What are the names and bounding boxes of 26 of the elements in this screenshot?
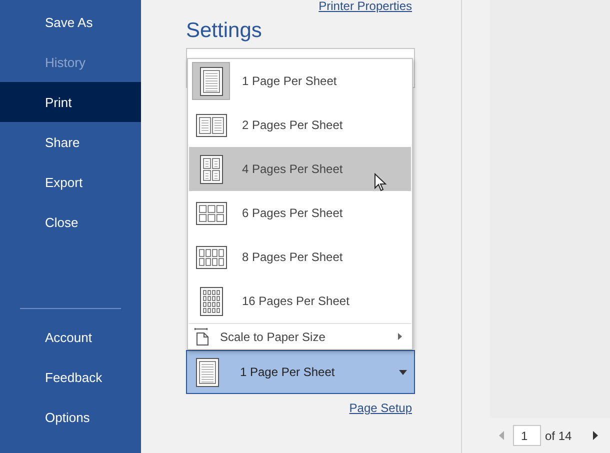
sidebar-item[interactable]: Print (0, 82, 141, 122)
menu-item[interactable]: 2 Pages Per Sheet (189, 103, 411, 147)
menu-item[interactable]: 8 Pages Per Sheet (189, 235, 411, 279)
menu-item[interactable]: 16 Pages Per Sheet (189, 279, 411, 323)
page-number-field[interactable]: 1 (513, 425, 541, 446)
menu-item[interactable]: 1 Page Per Sheet (189, 59, 411, 103)
section-heading: Settings (186, 19, 262, 43)
sidebar-item[interactable]: Account (0, 317, 141, 357)
menu-item[interactable]: 4 Pages Per Sheet (189, 147, 411, 191)
cursor-icon (374, 173, 387, 192)
sidebar-item[interactable]: Save As (0, 2, 141, 42)
page-count: of 14 (545, 428, 572, 442)
page-layout-icon (196, 358, 219, 386)
caret-icon (399, 370, 407, 374)
scale-page-icon (194, 328, 210, 346)
sidebar-item[interactable]: Feedback (0, 357, 141, 397)
sidebar-item[interactable]: Close (0, 202, 141, 242)
page-setup-link[interactable]: Page Setup (349, 402, 412, 414)
sidebar-item[interactable]: Export (0, 162, 141, 202)
menu-item[interactable]: Scale to Paper Size (189, 323, 411, 349)
pages-per-sheet-dropdown[interactable]: 1 Page Per Sheet (186, 350, 415, 394)
sidebar-item[interactable]: Options (0, 397, 141, 437)
menu-item[interactable]: 6 Pages Per Sheet (189, 191, 411, 235)
next-page-button[interactable] (592, 431, 598, 440)
sidebar-item[interactable]: Share (0, 122, 141, 162)
printer-properties-link[interactable]: Printer Properties (318, 0, 412, 12)
